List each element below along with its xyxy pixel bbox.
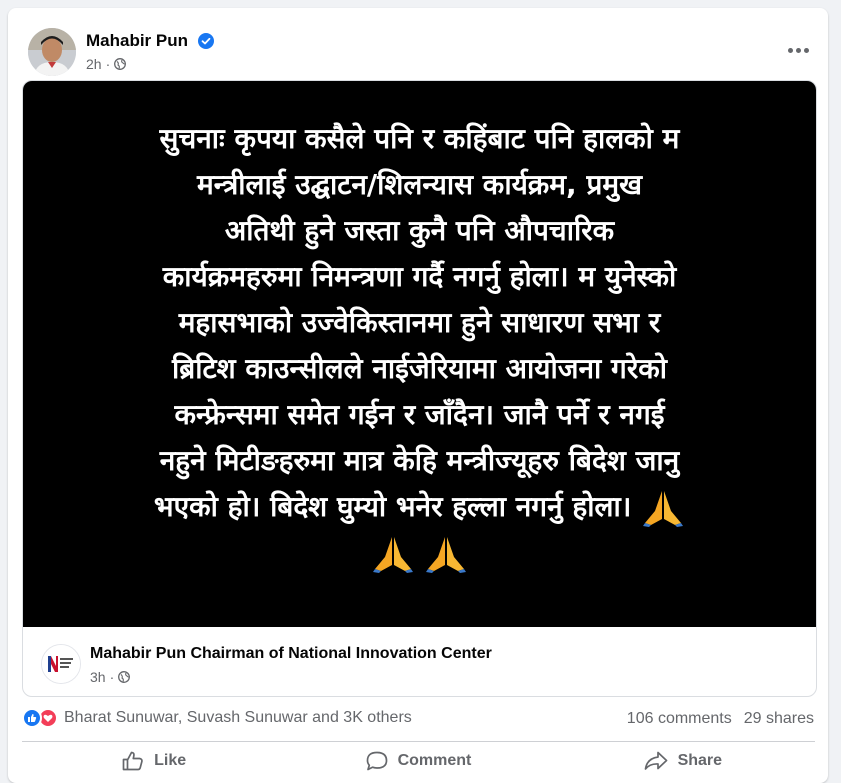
more-dots-icon (787, 47, 793, 53)
author-name[interactable]: Mahabir Pun (86, 31, 188, 51)
notice-line: महासभाको उज्वेकिस्तानमा हुने साधारण सभा … (178, 306, 661, 339)
share-arrow-icon (644, 751, 667, 770)
notice-line: सुचनाः कृपया कसैले पनि र कहिंबाट पनि हाल… (159, 122, 680, 155)
notice-line-text: नहुने मिटीङहरुमा मात्र केहि मन्त्रीज्यूह… (159, 444, 680, 477)
notice-line: अतिथी हुने जस्ता कुनै पनि औपचारिक (224, 214, 615, 247)
meta-separator: · (109, 669, 115, 685)
folded-hands-emoji-icon (426, 537, 467, 573)
share-button[interactable]: Share (551, 743, 815, 779)
action-divider (22, 741, 815, 742)
reactions-names: Bharat Sunuwar, Suvash Sunuwar and 3K ot… (64, 709, 412, 726)
engagement-counts: 106 comments 29 shares (627, 710, 814, 728)
thumbs-up-icon (122, 751, 143, 771)
notice-line: ब्रिटिश काउन्सीलले नाईजेरियामा आयोजना गर… (171, 352, 668, 385)
notice-image[interactable]: सुचनाः कृपया कसैले पनि र कहिंबाट पनि हाल… (23, 81, 816, 627)
more-options-button[interactable] (778, 34, 818, 66)
like-label: Like (154, 752, 187, 769)
post-actions: Like Comment Share (22, 743, 815, 779)
shared-post-meta: 3h · (90, 669, 131, 685)
comment-button[interactable]: Comment (286, 743, 550, 779)
meta-separator: · (105, 56, 111, 72)
notice-line-text: भएको हो। बिदेश घुम्यो भनेर हल्ला नगर्नु … (153, 490, 632, 523)
shares-count[interactable]: 29 shares (744, 710, 814, 728)
share-label: Share (677, 752, 723, 769)
notice-line: नहुने मिटीङहरुमा मात्र केहि मन्त्रीज्यूह… (70, 438, 770, 484)
shared-post-title[interactable]: Mahabir Pun Chairman of National Innovat… (90, 645, 492, 663)
folded-hands-emoji-icon (643, 491, 684, 527)
notice-line: मन्त्रीलाई उद्घाटन/शिलन्यास कार्यक्रम, प… (196, 168, 643, 201)
like-button[interactable]: Like (22, 743, 286, 779)
post-meta: 2h · (86, 56, 127, 72)
shared-post-time[interactable]: 3h (90, 669, 106, 685)
author-avatar[interactable] (28, 28, 76, 76)
reactions-summary[interactable]: Bharat Sunuwar, Suvash Sunuwar and 3K ot… (22, 708, 412, 728)
notice-line (70, 530, 770, 576)
globe-icon[interactable] (114, 58, 127, 70)
page-logo[interactable] (41, 644, 81, 684)
globe-icon[interactable] (118, 671, 131, 683)
shared-post[interactable]: सुचनाः कृपया कसैले पनि र कहिंबाट पनि हाल… (22, 80, 817, 697)
shared-post-footer: Mahabir Pun Chairman of National Innovat… (23, 627, 816, 696)
post-card: Mahabir Pun 2h · सुचनाः कृपया कसैले पनि … (8, 8, 828, 783)
comment-label: Comment (397, 752, 472, 769)
like-reaction-icon (22, 708, 42, 728)
comments-count[interactable]: 106 comments (627, 710, 732, 728)
notice-line: कार्यक्रमहरुमा निमन्त्रणा गर्दै नगर्नु ह… (162, 260, 677, 293)
speech-bubble-icon (366, 751, 387, 771)
post-time[interactable]: 2h (86, 56, 102, 72)
notice-text: सुचनाः कृपया कसैले पनि र कहिंबाट पनि हाल… (70, 116, 770, 576)
notice-line: कन्फ्रेन्समा समेत गईन र जाँदैन। जानै पर्… (174, 398, 665, 431)
notice-line: भएको हो। बिदेश घुम्यो भनेर हल्ला नगर्नु … (70, 484, 770, 530)
verified-badge-icon (198, 33, 214, 49)
folded-hands-emoji-icon (372, 537, 413, 573)
